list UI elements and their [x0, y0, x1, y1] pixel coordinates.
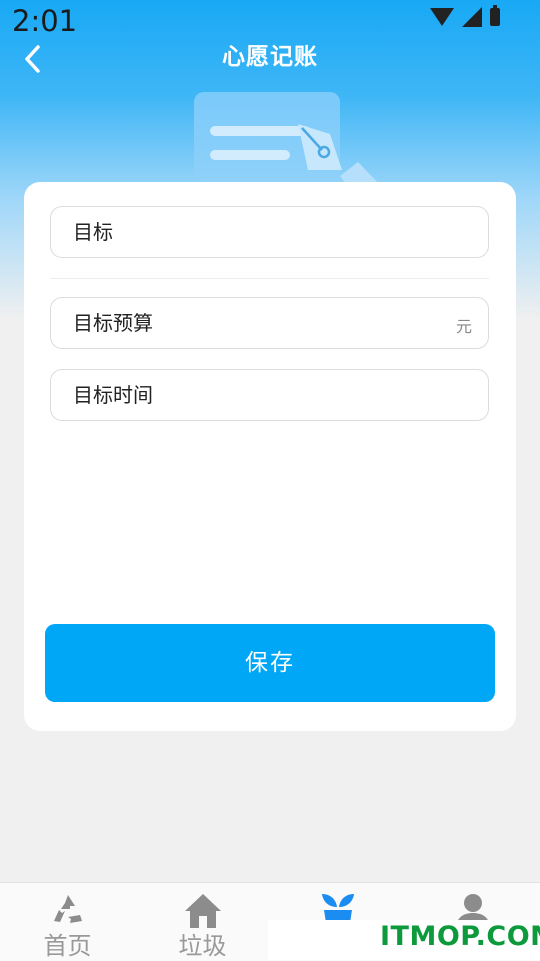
- status-bar: 2:01: [0, 0, 540, 40]
- system-icons: [430, 5, 500, 27]
- tab-garbage[interactable]: 垃圾: [135, 883, 270, 961]
- divider: [50, 278, 489, 279]
- target-time-input[interactable]: 目标时间: [50, 369, 489, 421]
- goal-input[interactable]: 目标: [50, 206, 489, 258]
- home-icon: [184, 894, 221, 928]
- battery-icon: [490, 5, 500, 26]
- tab-label: 首页: [43, 932, 92, 960]
- notepad-pen-illustration: [194, 92, 385, 190]
- status-time: 2:01: [12, 4, 78, 38]
- budget-input[interactable]: 目标预算 元: [50, 297, 489, 349]
- goal-label: 目标: [73, 220, 113, 244]
- tab-home[interactable]: 首页: [0, 883, 135, 961]
- watermark-text: ITMOP.COM: [380, 921, 540, 952]
- budget-unit: 元: [455, 317, 472, 336]
- wish-form-card: 目标 目标预算 元 目标时间 保存: [24, 182, 516, 731]
- tab-label: 垃圾: [178, 932, 227, 960]
- signal-icon: [462, 7, 482, 27]
- wifi-icon: [430, 8, 454, 26]
- page-title: 心愿记账: [222, 44, 318, 70]
- budget-label: 目标预算: [73, 311, 153, 335]
- target-time-label: 目标时间: [73, 383, 153, 407]
- recycle-icon: [53, 895, 82, 923]
- site-watermark: ITMOP.COM: [268, 920, 540, 960]
- save-button[interactable]: 保存: [45, 624, 495, 702]
